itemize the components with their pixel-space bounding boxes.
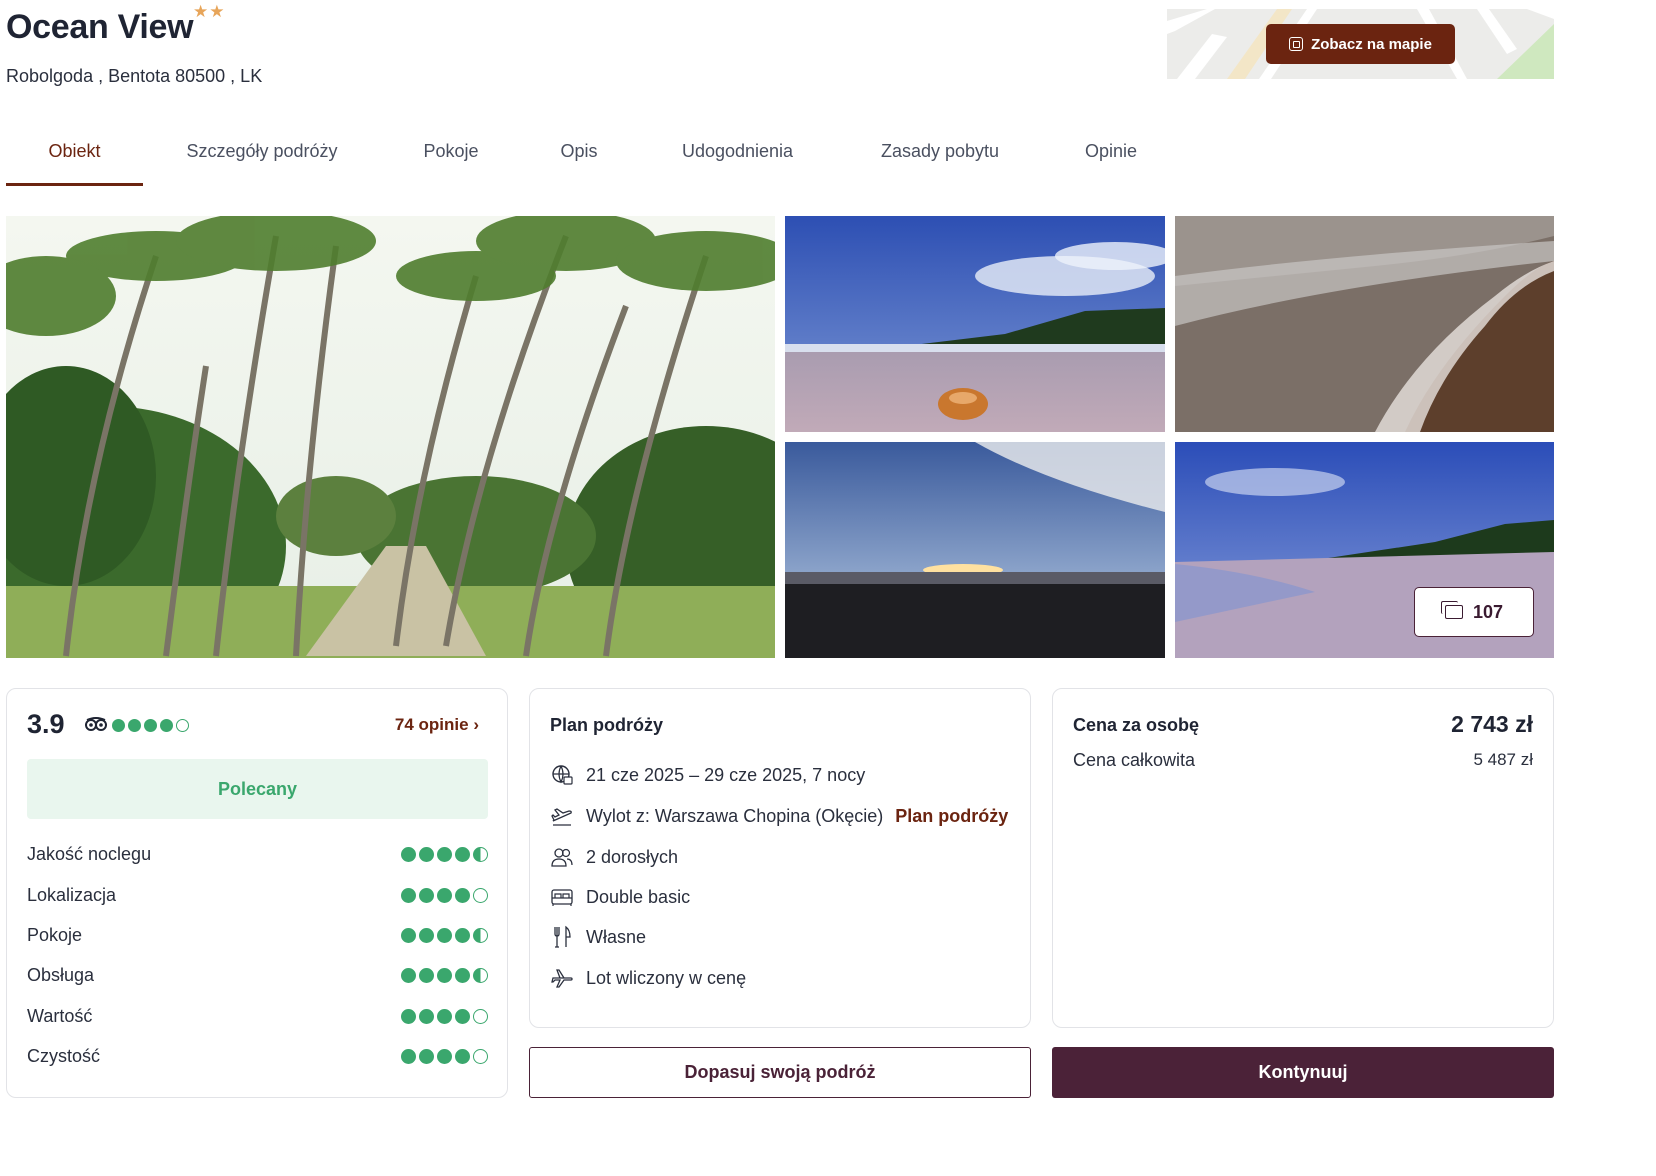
tripadvisor-icon [85, 717, 107, 731]
beach-coconut-photo[interactable] [785, 216, 1165, 432]
rating-row: Wartość [27, 1002, 488, 1030]
shoreline-waves-photo[interactable] [1175, 216, 1554, 432]
rating-row-label: Jakość noclegu [27, 843, 152, 864]
photos-icon [1440, 601, 1463, 619]
departure-airport: Wylot z: Warszawa Chopina (Okęcie) [586, 805, 884, 826]
tab-rooms[interactable]: Pokoje [381, 128, 521, 186]
guests-row: 2 dorosłych [550, 843, 678, 871]
section-tabs: Obiekt Szczegóły podróży Pokoje Opis Udo… [6, 128, 1180, 186]
rating-row-dots [401, 1008, 488, 1024]
rating-row-dots [401, 967, 488, 983]
trip-dates-row: 21 cze 2025 – 29 cze 2025, 7 nocy [550, 761, 865, 789]
tab-reviews[interactable]: Opinie [1042, 128, 1180, 186]
rating-row: Czystość [27, 1042, 488, 1070]
trip-plan-title: Plan podróży [550, 715, 664, 735]
trip-plan-link[interactable]: Plan podróży [895, 806, 1008, 827]
total-price: 5 487 zł [1473, 750, 1533, 769]
chevron-right-icon: › [473, 715, 479, 734]
total-price-label: Cena całkowita [1073, 750, 1196, 770]
reviews-link[interactable]: 74 opinie › [395, 715, 479, 735]
rating-row-label: Obsługa [27, 964, 95, 985]
photo-count: 107 [1472, 601, 1504, 622]
price-card: Cena za osobę 2 743 zł Cena całkowita 5 … [1052, 688, 1554, 1028]
rating-row-dots [401, 927, 488, 943]
rating-row-dots [401, 887, 488, 903]
price-per-person: 2 743 zł [1451, 711, 1533, 737]
rating-row-dots [401, 846, 488, 862]
continue-button[interactable]: Kontynuuj [1052, 1047, 1554, 1098]
map-pin-icon [1289, 37, 1304, 51]
board-row: Własne [550, 923, 646, 951]
flight-included: Lot wliczony w cenę [586, 967, 747, 988]
rating-row: Jakość noclegu [27, 840, 488, 868]
rating-row-label: Pokoje [27, 924, 83, 945]
rating-row-dots [401, 1048, 488, 1064]
rating-score-dots [112, 719, 189, 732]
tab-description[interactable]: Opis [521, 128, 637, 186]
star-rating: ★★ [193, 2, 226, 21]
plane-takeoff-icon [550, 804, 574, 828]
departure-row: Wylot z: Warszawa Chopina (Okęcie) Plan … [550, 802, 1008, 830]
tab-house-rules[interactable]: Zasady pobytu [838, 128, 1042, 186]
rating-row-label: Lokalizacja [27, 884, 117, 905]
room-row: Double basic [550, 883, 690, 911]
rating-row-label: Czystość [27, 1045, 101, 1066]
trip-dates: 21 cze 2025 – 29 cze 2025, 7 nocy [586, 764, 866, 785]
rating-row: Lokalizacja [27, 881, 488, 909]
sunset-photo[interactable] [785, 442, 1165, 658]
show-on-map-button[interactable]: Zobacz na mapie [1266, 24, 1455, 64]
board-type: Własne [586, 926, 647, 947]
all-photos-button[interactable]: 107 [1414, 587, 1534, 637]
users-icon [550, 845, 574, 869]
rating-row: Obsługa [27, 961, 488, 989]
photo-gallery [6, 216, 1554, 658]
room-type: Double basic [586, 886, 691, 907]
rating-score: 3.9 [27, 709, 65, 739]
globe-calendar-icon [550, 763, 574, 787]
hotel-address: Robolgoda , Bentota 80500 , LK [6, 66, 263, 86]
recommended-badge: Polecany [27, 759, 488, 819]
tab-obiekt[interactable]: Obiekt [6, 128, 143, 186]
price-per-person-label: Cena za osobę [1073, 715, 1200, 735]
rating-row: Pokoje [27, 921, 488, 949]
hotel-name: Ocean View [6, 8, 194, 46]
palm-grove-photo[interactable] [6, 216, 775, 658]
customize-trip-button[interactable]: Dopasuj swoją podróż [529, 1047, 1031, 1098]
rating-row-label: Wartość [27, 1005, 93, 1026]
guests-count: 2 dorosłych [586, 846, 679, 867]
show-on-map-label: Zobacz na mapie [1311, 35, 1432, 53]
plane-icon [550, 966, 574, 990]
tab-amenities[interactable]: Udogodnienia [637, 128, 838, 186]
bed-icon [550, 885, 574, 909]
cutlery-icon [550, 925, 574, 949]
flight-row: Lot wliczony w cenę [550, 964, 746, 992]
rating-card: 3.9 74 opinie › Polecany Jakość noclegu … [6, 688, 508, 1098]
trip-plan-card: Plan podróży 21 cze 2025 – 29 cze 2025, … [529, 688, 1031, 1028]
tab-trip-details[interactable]: Szczegóły podróży [143, 128, 381, 186]
reviews-link-label: 74 opinie [394, 715, 469, 734]
